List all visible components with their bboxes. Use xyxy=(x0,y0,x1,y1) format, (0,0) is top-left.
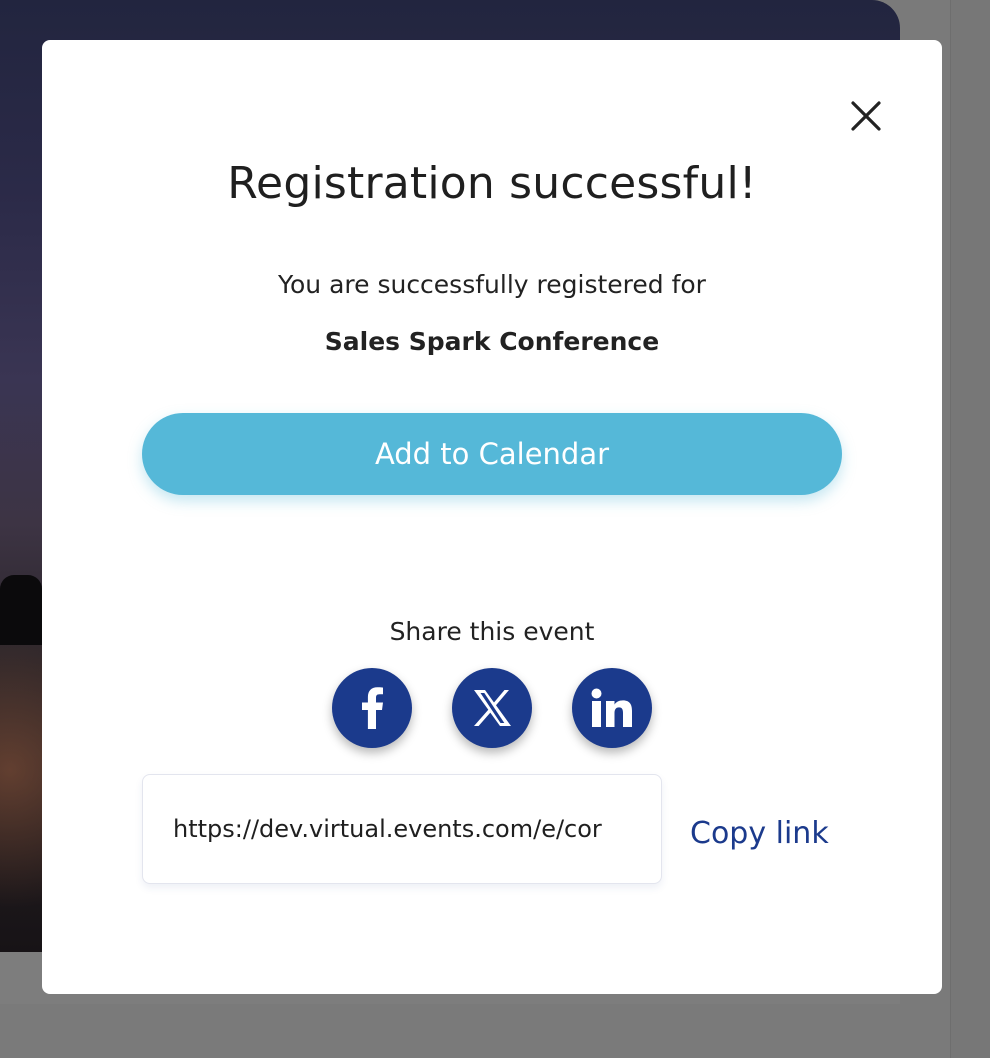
share-link-field xyxy=(142,774,662,884)
facebook-share-button[interactable] xyxy=(332,668,412,748)
linkedin-share-button[interactable] xyxy=(572,668,652,748)
background-scrollbar xyxy=(950,0,990,1058)
x-share-button[interactable] xyxy=(452,668,532,748)
add-to-calendar-button[interactable]: Add to Calendar xyxy=(142,413,842,495)
event-name: Sales Spark Conference xyxy=(324,327,660,356)
modal-title: Registration successful! xyxy=(227,158,757,209)
copy-link-button[interactable]: Copy link xyxy=(690,816,829,851)
share-label: Share this event xyxy=(389,617,595,646)
background-silhouette xyxy=(0,575,42,645)
registration-success-modal: Registration successful! You are success… xyxy=(42,40,942,994)
facebook-icon xyxy=(362,687,383,729)
background-lower xyxy=(0,1004,900,1058)
share-link-input[interactable] xyxy=(143,775,661,883)
page: Registration successful! You are success… xyxy=(0,0,990,1058)
close-button[interactable] xyxy=(844,94,888,138)
registration-message: You are successfully registered for xyxy=(278,270,706,299)
x-icon xyxy=(474,690,511,726)
close-icon xyxy=(851,101,881,131)
linkedin-icon xyxy=(591,688,632,727)
